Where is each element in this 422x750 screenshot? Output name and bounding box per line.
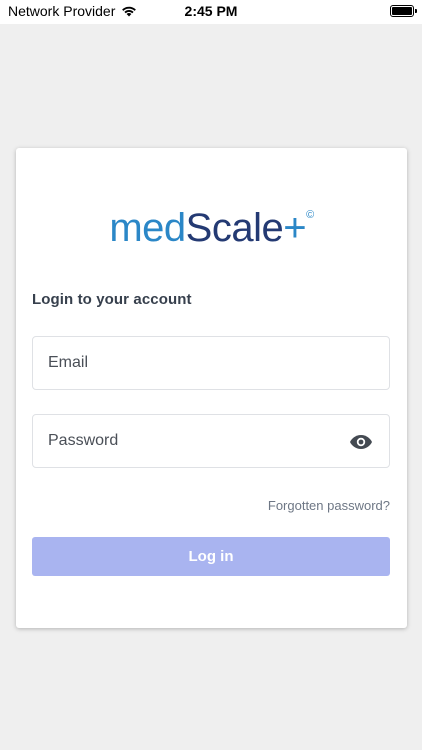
status-time: 2:45 PM (184, 3, 238, 19)
logo-part-scale: Scale (185, 206, 284, 250)
status-bar: Network Provider 2:45 PM (0, 0, 422, 24)
login-button[interactable]: Log in (32, 537, 390, 576)
eye-icon[interactable] (349, 432, 373, 452)
login-card: medScale+© Login to your account Forgott… (16, 148, 407, 628)
forgot-password-link[interactable]: Forgotten password? (268, 498, 390, 513)
login-heading: Login to your account (32, 291, 192, 308)
logo-part-med: med (109, 206, 186, 250)
email-input[interactable] (48, 354, 389, 372)
logo-part-plus: + (283, 206, 307, 250)
email-field-container (32, 336, 390, 390)
password-field-container (32, 414, 390, 468)
logo-copyright-mark: © (306, 209, 314, 221)
battery-icon (390, 5, 417, 17)
medscale-logo: medScale+© (16, 208, 407, 248)
password-input[interactable] (48, 432, 389, 450)
